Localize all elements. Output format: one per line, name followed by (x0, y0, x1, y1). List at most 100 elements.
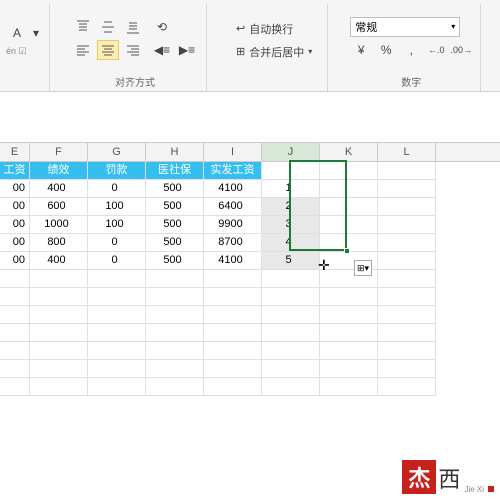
cell[interactable] (30, 342, 88, 360)
wrap-text-button[interactable]: ↩自动换行 (229, 19, 319, 39)
cell[interactable] (204, 342, 262, 360)
currency-button[interactable]: ¥ (350, 40, 372, 60)
cell[interactable] (30, 324, 88, 342)
cell[interactable] (30, 270, 88, 288)
cell[interactable] (88, 342, 146, 360)
cell[interactable] (146, 306, 204, 324)
cell[interactable] (262, 162, 320, 180)
cell[interactable]: 00 (0, 180, 30, 198)
cell[interactable] (262, 378, 320, 396)
cell[interactable]: 600 (30, 198, 88, 216)
cell[interactable] (88, 270, 146, 288)
cell[interactable]: 实发工资 (204, 162, 262, 180)
cell[interactable] (146, 378, 204, 396)
increase-decimal-button[interactable]: ←.0 (425, 40, 447, 60)
cell[interactable] (0, 288, 30, 306)
cell[interactable] (30, 360, 88, 378)
cell[interactable] (204, 360, 262, 378)
cell[interactable] (0, 360, 30, 378)
cell[interactable] (378, 270, 436, 288)
cell[interactable]: 800 (30, 234, 88, 252)
cell[interactable] (146, 360, 204, 378)
fill-handle[interactable] (344, 248, 350, 254)
cell[interactable] (0, 270, 30, 288)
col-header-F[interactable]: F (30, 143, 88, 161)
cell[interactable]: 2 (262, 198, 320, 216)
col-header-I[interactable]: I (204, 143, 262, 161)
cell[interactable]: 1 (262, 180, 320, 198)
cell[interactable] (320, 324, 378, 342)
cell[interactable] (320, 360, 378, 378)
cell[interactable]: 8700 (204, 234, 262, 252)
cell[interactable]: 500 (146, 252, 204, 270)
cell[interactable] (262, 342, 320, 360)
cell[interactable]: 4100 (204, 252, 262, 270)
cell[interactable]: 1000 (30, 216, 88, 234)
cell[interactable] (262, 324, 320, 342)
cell[interactable] (378, 306, 436, 324)
align-right-button[interactable] (122, 40, 144, 60)
cell[interactable]: 00 (0, 234, 30, 252)
cell[interactable] (88, 306, 146, 324)
comma-button[interactable]: , (400, 40, 422, 60)
cell[interactable] (378, 162, 436, 180)
col-header-G[interactable]: G (88, 143, 146, 161)
cell[interactable]: 6400 (204, 198, 262, 216)
cell[interactable]: 100 (88, 216, 146, 234)
cell[interactable]: 100 (88, 198, 146, 216)
font-color-button[interactable]: A (6, 23, 28, 43)
cell[interactable] (204, 288, 262, 306)
cell[interactable] (30, 378, 88, 396)
cell[interactable]: 500 (146, 216, 204, 234)
cell[interactable] (146, 324, 204, 342)
cell[interactable] (320, 180, 378, 198)
cell[interactable] (88, 324, 146, 342)
align-middle-button[interactable] (97, 17, 119, 37)
cell[interactable] (30, 306, 88, 324)
autofill-options-button[interactable]: ⊞▾ (354, 260, 372, 276)
cell[interactable] (378, 252, 436, 270)
col-header-H[interactable]: H (146, 143, 204, 161)
cell[interactable] (204, 378, 262, 396)
cell[interactable] (204, 306, 262, 324)
cell[interactable] (320, 306, 378, 324)
decrease-decimal-button[interactable]: .00→ (450, 40, 472, 60)
cell[interactable] (320, 378, 378, 396)
cell[interactable]: 工资 (0, 162, 30, 180)
cell[interactable] (0, 378, 30, 396)
cell[interactable]: 4100 (204, 180, 262, 198)
cell[interactable]: 400 (30, 252, 88, 270)
indent-button[interactable]: ▶≡ (176, 40, 198, 60)
cell[interactable] (378, 324, 436, 342)
cell[interactable] (262, 360, 320, 378)
cell[interactable]: 00 (0, 198, 30, 216)
cell[interactable] (146, 342, 204, 360)
cell[interactable]: 9900 (204, 216, 262, 234)
cell[interactable] (262, 306, 320, 324)
cell[interactable] (378, 342, 436, 360)
cell[interactable] (378, 216, 436, 234)
cell[interactable] (88, 288, 146, 306)
cell[interactable]: 0 (88, 234, 146, 252)
cell[interactable] (320, 342, 378, 360)
col-header-K[interactable]: K (320, 143, 378, 161)
col-header-L[interactable]: L (378, 143, 436, 161)
cell[interactable] (88, 378, 146, 396)
cell[interactable]: 3 (262, 216, 320, 234)
cell[interactable]: 绩效 (30, 162, 88, 180)
cell[interactable]: 0 (88, 180, 146, 198)
cell[interactable] (378, 198, 436, 216)
cell[interactable] (204, 324, 262, 342)
cell[interactable] (378, 378, 436, 396)
col-header-J[interactable]: J (262, 143, 320, 161)
cell[interactable] (204, 270, 262, 288)
cell[interactable] (0, 324, 30, 342)
merge-center-button[interactable]: ⊞合并后居中▾ (229, 42, 319, 62)
cell[interactable] (262, 288, 320, 306)
cell[interactable] (378, 288, 436, 306)
cell[interactable] (262, 270, 320, 288)
cell[interactable]: 500 (146, 234, 204, 252)
cell[interactable]: 00 (0, 252, 30, 270)
cell[interactable] (88, 360, 146, 378)
cell[interactable] (146, 270, 204, 288)
